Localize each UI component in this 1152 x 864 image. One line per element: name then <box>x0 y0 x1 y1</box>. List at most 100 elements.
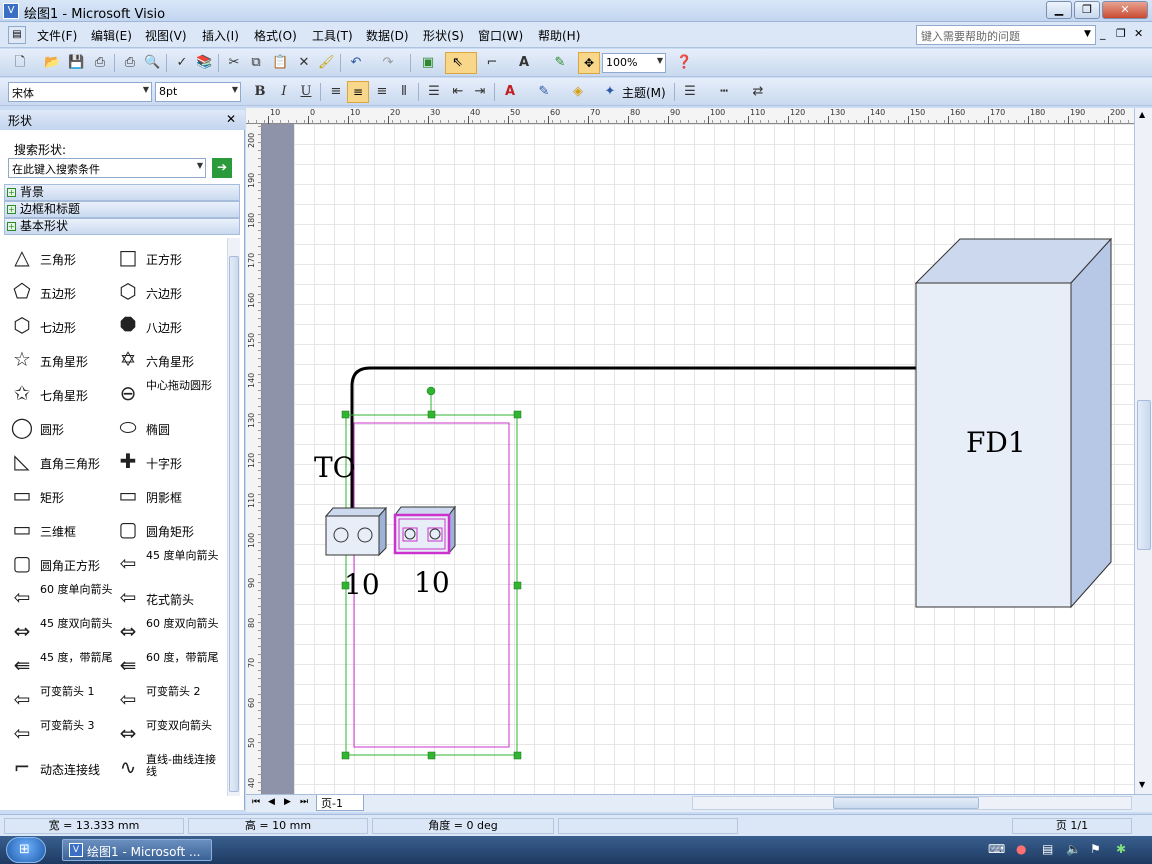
scroll-thumb[interactable] <box>1137 400 1151 550</box>
menu-edit[interactable]: 编辑(E) <box>91 27 132 44</box>
permission-icon[interactable]: ⎙ <box>92 55 108 71</box>
label-10-right[interactable]: 10 <box>414 566 450 599</box>
vertical-scrollbar[interactable]: ▲ ▼ <box>1134 108 1152 794</box>
first-page-icon[interactable]: ⏮ <box>252 797 260 807</box>
tab-page-1[interactable]: 页-1 <box>316 795 364 811</box>
close-button[interactable]: ✕ <box>1102 1 1148 19</box>
research-icon[interactable]: 📚 <box>196 55 212 71</box>
line-ends-icon[interactable]: ⇄ <box>750 84 766 100</box>
copy-icon[interactable]: ⧉ <box>248 55 264 71</box>
help-icon[interactable]: ❓ <box>676 55 692 71</box>
shape-fancy-arrow[interactable]: ⇦ 花式箭头 <box>114 584 218 614</box>
close-icon[interactable]: ✕ <box>226 112 236 126</box>
chevron-down-icon[interactable]: ▼ <box>1084 29 1091 39</box>
bullets-icon[interactable]: ☰ <box>426 84 442 100</box>
font-size-select[interactable]: 8pt ▼ <box>155 82 241 102</box>
shape-rounded-rectangle[interactable]: ▢ 圆角矩形 <box>114 516 218 546</box>
delete-icon[interactable]: ✕ <box>296 55 312 71</box>
menu-tools[interactable]: 工具(T) <box>312 27 353 44</box>
horizontal-scrollbar[interactable] <box>692 796 1132 810</box>
doc-minimize-button[interactable]: _ <box>1100 27 1106 40</box>
new-icon[interactable]: 🗋 <box>12 55 28 71</box>
theme-button[interactable]: 主题(M) <box>622 84 666 101</box>
pan-zoom-button[interactable]: ✥ <box>578 52 600 74</box>
menu-shape[interactable]: 形状(S) <box>423 27 464 44</box>
shape-45-degree-arrow[interactable]: ⇦ 45 度单向箭头 <box>114 550 219 580</box>
label-to[interactable]: TO <box>314 451 356 484</box>
menu-data[interactable]: 数据(D) <box>366 27 409 44</box>
print-preview-icon[interactable]: 🔍 <box>144 55 160 71</box>
help-search-input[interactable]: 键入需要帮助的问题 <box>916 25 1096 45</box>
shape-rounded-square[interactable]: ▢ 圆角正方形 <box>8 550 112 580</box>
spelling-icon[interactable]: ✓ <box>174 55 190 71</box>
shape-six-point-star[interactable]: ✡ 六角星形 <box>114 346 218 376</box>
line-pattern-icon[interactable]: ┅ <box>716 84 732 100</box>
pencil-tool-icon[interactable]: ✎ <box>552 55 568 71</box>
increase-indent-icon[interactable]: ⇥ <box>472 84 488 100</box>
prev-page-icon[interactable]: ◀ <box>268 797 275 807</box>
shape-five-point-star[interactable]: ☆ 五角星形 <box>8 346 112 376</box>
format-painter-icon[interactable]: 🖌 <box>318 55 335 71</box>
visio-app-icon[interactable]: V <box>3 3 19 19</box>
menu-view[interactable]: 视图(V) <box>145 27 187 44</box>
menu-insert[interactable]: 插入(I) <box>202 27 239 44</box>
italic-button[interactable]: I <box>276 84 292 100</box>
undo-icon[interactable]: ↶ <box>348 55 364 71</box>
label-fd1[interactable]: FD1 <box>966 426 1026 459</box>
shape-heptagon[interactable]: ⬡ 七边形 <box>8 312 112 342</box>
text-tool-icon[interactable]: A <box>516 55 532 71</box>
volume-icon[interactable]: 🔈 <box>1066 842 1081 856</box>
bold-button[interactable]: B <box>252 84 268 100</box>
input-method-icon[interactable]: ● <box>1016 842 1026 856</box>
redo-icon[interactable]: ↷ <box>380 55 396 71</box>
shape-line-curve-connector[interactable]: ∿ 直线-曲线连接线 <box>114 754 218 784</box>
align-center-button[interactable]: ≡ <box>347 81 369 103</box>
shape-flexi-arrow-3[interactable]: ⇦ 可变箭头 3 <box>8 720 112 750</box>
search-shapes-input[interactable]: 在此键入搜索条件 ▼ <box>8 158 206 178</box>
keyboard-icon[interactable]: ⌨ <box>988 842 1005 856</box>
font-color-icon[interactable]: A <box>502 84 518 100</box>
open-icon[interactable]: 📂 <box>44 55 60 71</box>
shape-60-degree-arrow[interactable]: ⇦ 60 度单向箭头 <box>8 584 113 614</box>
menu-window[interactable]: 窗口(W) <box>478 27 523 44</box>
shape-right-triangle[interactable]: ◺ 直角三角形 <box>8 448 112 478</box>
shape-hexagon[interactable]: ⬡ 六边形 <box>114 278 218 308</box>
save-icon[interactable]: 💾 <box>68 55 84 71</box>
font-select[interactable]: 宋体 ▼ <box>8 82 152 102</box>
shape-pentagon[interactable]: ⬠ 五边形 <box>8 278 112 308</box>
line-weight-icon[interactable]: ☰ <box>682 84 698 100</box>
shape-octagon[interactable]: ⯃ 八边形 <box>114 312 218 342</box>
shape-flexi-arrow-1[interactable]: ⇦ 可变箭头 1 <box>8 686 112 716</box>
shape-ellipse[interactable]: ⬭ 椭圆 <box>114 414 218 444</box>
stencil-basic-shapes[interactable]: + 基本形状 <box>4 218 240 235</box>
shape-rectangle[interactable]: ▭ 矩形 <box>8 482 112 512</box>
theme-icon[interactable]: ✦ <box>602 84 618 100</box>
print-icon[interactable]: ⎙ <box>122 55 138 71</box>
search-go-button[interactable]: ➔ <box>212 158 232 178</box>
shape-3d-box[interactable]: ▭ 三维框 <box>8 516 112 546</box>
connector-tool-icon[interactable]: ⌐ <box>484 55 500 71</box>
doc-close-button[interactable]: ✕ <box>1134 27 1143 40</box>
pointer-tool-button[interactable]: ⇖ <box>445 52 477 74</box>
shape-dynamic-connector[interactable]: ⌐ 动态连接线 <box>8 754 112 784</box>
shape-flexi-arrow-2[interactable]: ⇦ 可变箭头 2 <box>114 686 218 716</box>
panel-scrollbar[interactable] <box>227 238 240 796</box>
shape-center-drag-circle[interactable]: ⊖ 中心拖动圆形 <box>114 380 218 410</box>
start-button[interactable]: ⊞ <box>6 837 46 863</box>
shapes-window-icon[interactable]: ▣ <box>420 55 436 71</box>
paste-icon[interactable]: 📋 <box>272 55 288 71</box>
underline-button[interactable]: U <box>298 84 314 100</box>
shape-seven-point-star[interactable]: ✩ 七角星形 <box>8 380 112 410</box>
shape-60-degree-tail-arrow[interactable]: ⇚ 60 度，带箭尾 <box>114 652 219 682</box>
shape-45-degree-double-arrow[interactable]: ⇔ 45 度双向箭头 <box>8 618 113 648</box>
tray-app-icon[interactable]: ✱ <box>1116 842 1126 856</box>
shape-triangle[interactable]: △ 三角形 <box>8 244 112 274</box>
shape-45-degree-tail-arrow[interactable]: ⇚ 45 度，带箭尾 <box>8 652 113 682</box>
text-direction-icon[interactable]: ⫴ <box>396 84 412 100</box>
stencil-borders-titles[interactable]: + 边框和标题 <box>4 201 240 218</box>
document-icon[interactable]: ▤ <box>8 26 26 44</box>
shape-square[interactable]: □ 正方形 <box>114 244 218 274</box>
next-page-icon[interactable]: ▶ <box>284 797 291 807</box>
line-color-icon[interactable]: ✎ <box>536 84 552 100</box>
network-icon[interactable]: ▤ <box>1042 842 1053 856</box>
